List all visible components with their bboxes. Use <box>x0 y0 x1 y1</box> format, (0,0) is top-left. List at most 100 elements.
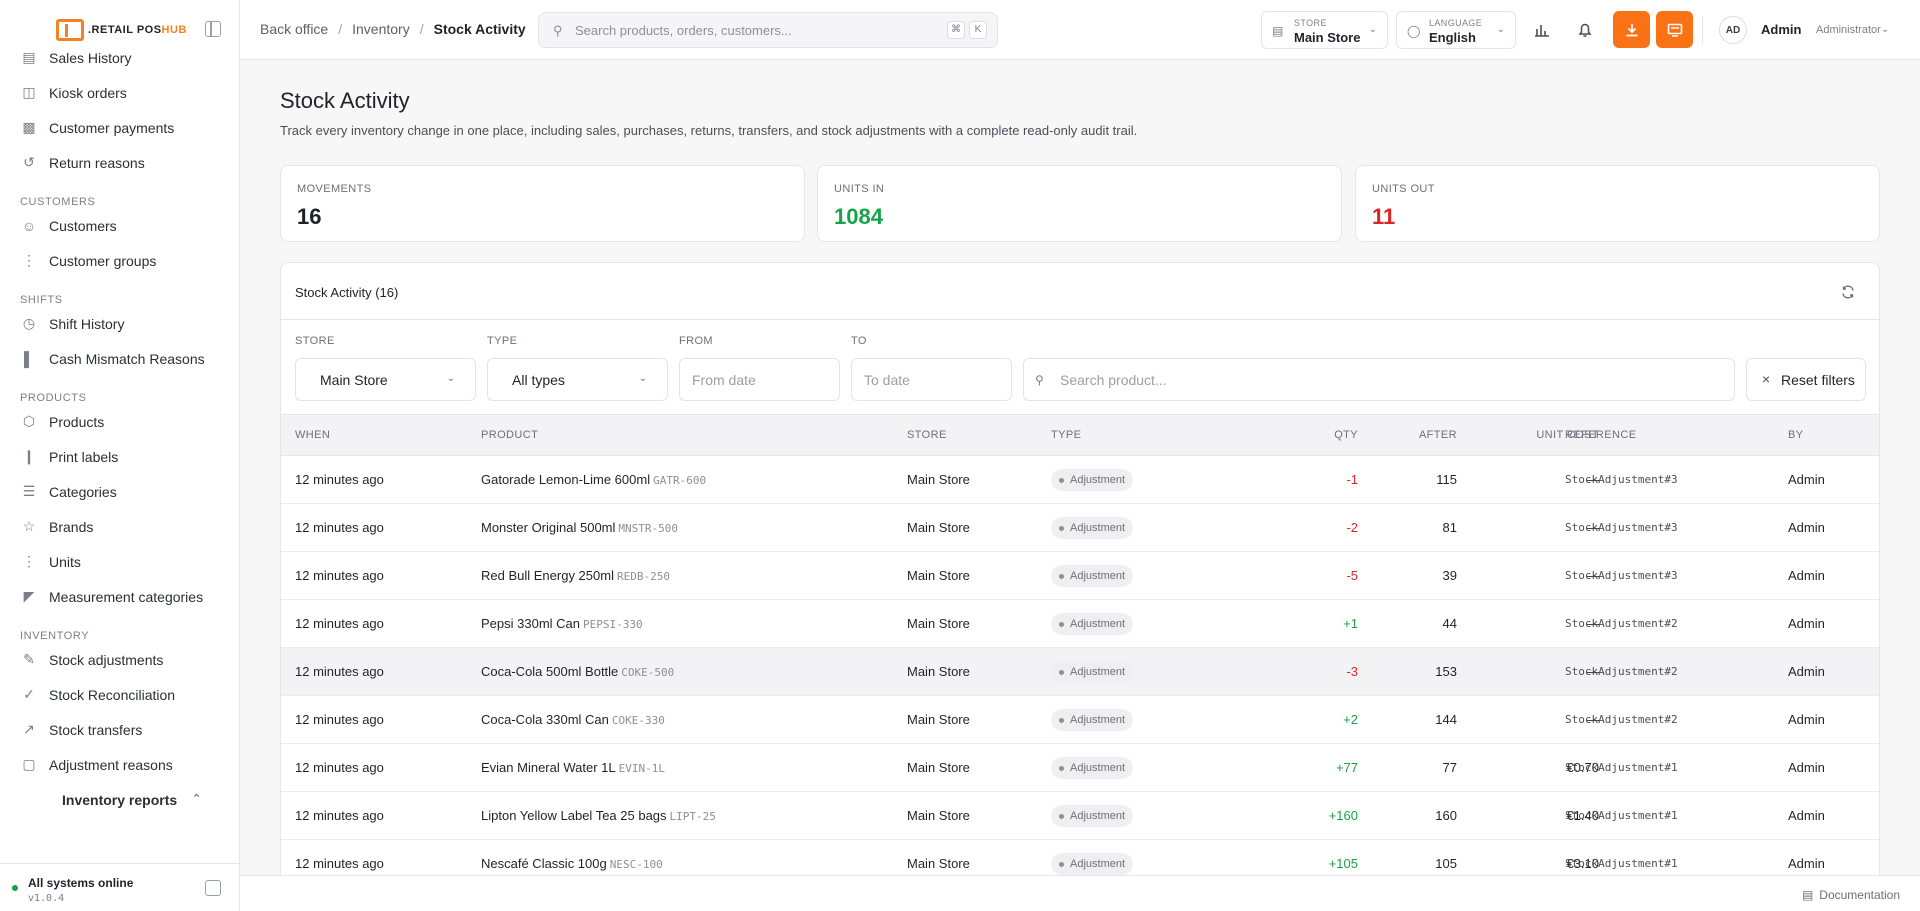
sidebar-item[interactable]: ☆ Brands <box>0 509 239 544</box>
column-header-product[interactable]: PRODUCT <box>481 429 538 441</box>
column-header-after[interactable]: AFTER <box>1381 429 1457 441</box>
sidebar-item[interactable]: ↗ Stock transfers <box>0 712 239 747</box>
product-sku: EVIN-1L <box>618 762 665 775</box>
product-name: Coca-Cola 500ml Bottle <box>481 664 619 679</box>
user-role: Administrator <box>1816 24 1881 36</box>
sidebar-item[interactable]: ▢ Adjustment reasons <box>0 747 239 782</box>
cell-reference[interactable]: StockAdjustment#2 <box>1565 713 1678 726</box>
sidebar-item[interactable]: ✓ Stock Reconciliation <box>0 677 239 712</box>
column-header-by[interactable]: BY <box>1788 429 1803 441</box>
cell-reference[interactable]: StockAdjustment#1 <box>1565 761 1678 774</box>
cell-product: Nescafé Classic 100g NESC-100 <box>481 856 663 871</box>
cell-when: 12 minutes ago <box>295 520 384 535</box>
cell-after: 160 <box>1435 808 1457 823</box>
sidebar-item[interactable]: ✎ Stock adjustments <box>0 642 239 677</box>
stat-card-units-in: UNITS IN 1084 <box>817 165 1342 242</box>
product-search-input[interactable]: ⚲ Search product... <box>1023 358 1735 401</box>
sidebar-item-label: Stock Reconciliation <box>49 686 176 703</box>
sidebar-item[interactable]: ▌ Cash Mismatch Reasons <box>0 341 239 376</box>
table-row[interactable]: 12 minutes ago Red Bull Energy 250ml REDB-… <box>281 552 1879 600</box>
cell-store: Main Store <box>907 808 970 823</box>
table-row[interactable]: 12 minutes ago Evian Mineral Water 1L EVIN… <box>281 744 1879 792</box>
sidebar-item[interactable]: ↺ Return reasons <box>0 145 239 180</box>
sidebar-item[interactable]: ⋮ Customer groups <box>0 243 239 278</box>
product-sku: NESC-100 <box>609 858 663 871</box>
sidebar-item[interactable]: ▩ Customer payments <box>0 110 239 145</box>
store-selector[interactable]: ▤ STORE Main Store ⌄ <box>1261 11 1388 49</box>
user-name[interactable]: Admin <box>1761 22 1801 37</box>
stat-value: 11 <box>1372 204 1396 229</box>
user-menu-chevron-icon[interactable]: ⌄ <box>1881 24 1889 35</box>
sidebar-item[interactable]: ❙ Print labels <box>0 439 239 474</box>
cell-reference[interactable]: StockAdjustment#3 <box>1565 521 1678 534</box>
filter-from-date[interactable]: From date <box>679 358 840 401</box>
chevron-down-icon: ⌄ <box>446 373 455 384</box>
notifications-bell-icon[interactable] <box>1571 16 1599 44</box>
type-badge: Adjustment <box>1051 709 1134 731</box>
filter-store-select[interactable]: Main Store ⌄ <box>295 358 476 401</box>
cell-reference[interactable]: StockAdjustment#3 <box>1565 569 1678 582</box>
global-search-input[interactable]: ⚲ Search products, orders, customers... … <box>538 12 998 48</box>
avatar[interactable]: AD <box>1719 16 1747 44</box>
cell-qty: -1 <box>1346 472 1358 487</box>
sidebar-item[interactable]: ⋮ Units <box>0 544 239 579</box>
column-header-store[interactable]: STORE <box>907 429 947 441</box>
table-row[interactable]: 12 minutes ago Gatorade Lemon-Lime 600ml G… <box>281 456 1879 504</box>
sidebar-collapse-footer-icon[interactable] <box>205 880 221 896</box>
download-button[interactable] <box>1613 11 1650 48</box>
sidebar-item[interactable]: ◤ Measurement categories <box>0 579 239 614</box>
sidebar-item[interactable]: ◫ Kiosk orders <box>0 75 239 110</box>
language-selector-value: English <box>1429 30 1476 45</box>
filter-store-label: STORE <box>295 335 335 347</box>
sidebar-group-inventory-reports[interactable]: Inventory reports ⌃ <box>0 782 239 817</box>
type-badge: Adjustment <box>1051 469 1134 491</box>
column-header-qty[interactable]: QTY <box>1281 429 1358 441</box>
reset-filters-button[interactable]: × Reset filters <box>1746 358 1866 401</box>
cell-reference[interactable]: StockAdjustment#2 <box>1565 617 1678 630</box>
cell-reference[interactable]: StockAdjustment#3 <box>1565 473 1678 486</box>
table-row[interactable]: 12 minutes ago Pepsi 330ml Can PEPSI-330 Ma… <box>281 600 1879 648</box>
sidebar-item[interactable]: ☰ Categories <box>0 474 239 509</box>
cell-reference[interactable]: StockAdjustment#1 <box>1565 857 1678 870</box>
column-header-reference[interactable]: REFERENCE <box>1565 429 1636 441</box>
refresh-icon[interactable] <box>1839 283 1857 301</box>
filter-type-select[interactable]: All types ⌄ <box>487 358 668 401</box>
column-header-type[interactable]: TYPE <box>1051 429 1081 441</box>
book-icon: ▤ <box>1801 888 1814 902</box>
sidebar-item[interactable]: ◷ Shift History <box>0 306 239 341</box>
globe-icon: ◯ <box>1407 24 1421 38</box>
topbar: Back office / Inventory / Stock Activity… <box>240 0 1920 60</box>
search-icon: ⚲ <box>1035 373 1044 387</box>
language-selector[interactable]: ◯ LANGUAGE English ⌄ <box>1396 11 1516 49</box>
column-header-when[interactable]: WHEN <box>295 429 330 441</box>
app-logo[interactable]: .RETAIL POSHUB <box>56 18 187 42</box>
product-name: Red Bull Energy 250ml <box>481 568 614 583</box>
documentation-link[interactable]: ▤ Documentation <box>1802 888 1900 902</box>
badge-dot-icon <box>1059 573 1064 579</box>
sidebar-item[interactable]: ▤ Sales History <box>0 52 239 75</box>
stat-label: UNITS IN <box>834 183 885 195</box>
breadcrumb-inventory[interactable]: Inventory <box>352 21 410 37</box>
kiosk-icon: ◫ <box>22 84 36 100</box>
card-header: Stock Activity (16) <box>281 263 1879 320</box>
filter-to-date[interactable]: To date <box>851 358 1012 401</box>
sidebar-item-label: Stock transfers <box>49 721 143 738</box>
reports-chart-icon[interactable] <box>1528 16 1556 44</box>
cell-product: Evian Mineral Water 1L EVIN-1L <box>481 760 665 775</box>
cell-reference[interactable]: StockAdjustment#1 <box>1565 809 1678 822</box>
sidebar-collapse-icon[interactable] <box>205 21 221 37</box>
product-name: Lipton Yellow Label Tea 25 bags <box>481 808 667 823</box>
payments-icon: ▩ <box>22 119 36 135</box>
table-row[interactable]: 12 minutes ago Monster Original 500ml MNST… <box>281 504 1879 552</box>
table-row[interactable]: 12 minutes ago Coca-Cola 330ml Can COKE-33… <box>281 696 1879 744</box>
cell-reference[interactable]: StockAdjustment#2 <box>1565 665 1678 678</box>
sidebar-item[interactable]: ⬡ Products <box>0 404 239 439</box>
receipt-icon: ▤ <box>22 52 36 65</box>
breadcrumb-back-office[interactable]: Back office <box>260 21 328 37</box>
table-row[interactable]: 12 minutes ago Coca-Cola 500ml Bottle COKE… <box>281 648 1879 696</box>
table-row[interactable]: 12 minutes ago Lipton Yellow Label Tea 25… <box>281 792 1879 840</box>
sidebar-item-label: Stock adjustments <box>49 651 164 668</box>
badge-dot-icon <box>1059 717 1064 723</box>
sidebar-item[interactable]: ☺ Customers <box>0 208 239 243</box>
pos-terminal-button[interactable] <box>1656 11 1693 48</box>
